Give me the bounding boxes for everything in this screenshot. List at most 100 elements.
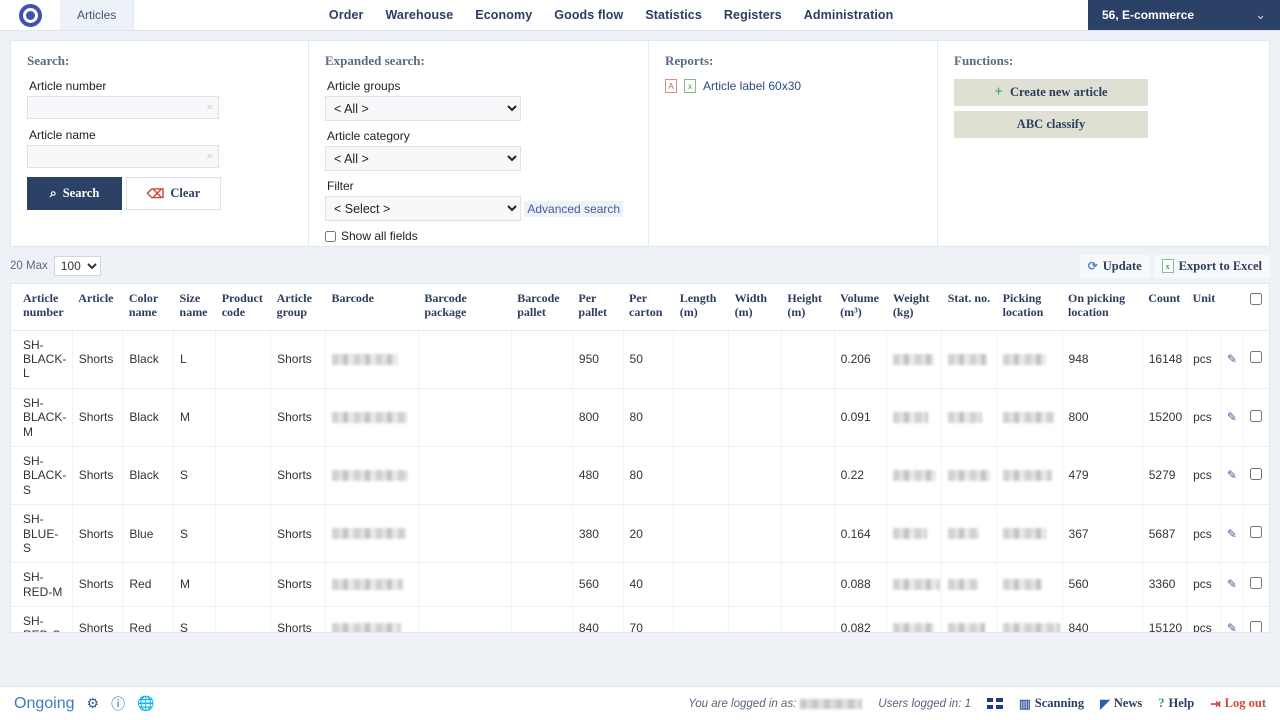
nav-item-warehouse[interactable]: Warehouse — [385, 8, 453, 22]
globe-icon[interactable]: 🌐 — [137, 695, 154, 712]
col-barcode-pallet[interactable]: Barcode pallet — [511, 284, 572, 330]
col-per-carton[interactable]: Per carton — [623, 284, 674, 330]
col-width[interactable]: Width (m) — [729, 284, 782, 330]
col-size-name[interactable]: Size name — [174, 284, 216, 330]
row-select-checkbox[interactable] — [1250, 351, 1262, 363]
table-row[interactable]: SH-RED-MShortsRedMShorts560400.088560336… — [11, 563, 1269, 607]
cell-select[interactable] — [1244, 563, 1269, 607]
edit-pencil-icon[interactable]: ✎ — [1227, 468, 1237, 482]
edit-pencil-icon[interactable]: ✎ — [1227, 621, 1237, 633]
cell-select[interactable] — [1244, 330, 1269, 388]
cell-count: 15200 — [1142, 388, 1186, 446]
uk-flag-icon[interactable] — [987, 698, 1003, 709]
col-picking-location[interactable]: Picking location — [997, 284, 1062, 330]
nav-item-economy[interactable]: Economy — [475, 8, 532, 22]
nav-item-order[interactable]: Order — [329, 8, 364, 22]
show-all-fields-row[interactable]: Show all fields — [325, 229, 632, 243]
cell-size-name: M — [174, 563, 216, 607]
cell-select[interactable] — [1244, 388, 1269, 446]
row-select-checkbox[interactable] — [1250, 526, 1262, 538]
logout-link[interactable]: ⇥ Log out — [1210, 696, 1266, 712]
table-row[interactable]: SH-BLACK-MShortsBlackMShorts800800.09180… — [11, 388, 1269, 446]
cell-edit[interactable]: ✎ — [1220, 330, 1243, 388]
col-weight[interactable]: Weight (kg) — [887, 284, 942, 330]
gear-icon[interactable]: ⚙ — [87, 695, 100, 712]
brand-label[interactable]: Ongoing — [14, 695, 75, 713]
col-length[interactable]: Length (m) — [674, 284, 729, 330]
articles-table-container[interactable]: Article number Article Color name Size n… — [10, 283, 1270, 633]
cell-edit[interactable]: ✎ — [1220, 563, 1243, 607]
update-button[interactable]: ⟳ Update — [1080, 255, 1150, 278]
cell-edit[interactable]: ✎ — [1220, 388, 1243, 446]
filter-select[interactable]: < Select > — [325, 196, 521, 221]
abc-classify-button[interactable]: ABC classify — [954, 111, 1148, 138]
row-select-checkbox[interactable] — [1250, 410, 1262, 422]
cell-article-group: Shorts — [271, 330, 326, 388]
col-volume[interactable]: Volume (m³) — [834, 284, 887, 330]
clear-button[interactable]: ⌫ Clear — [126, 177, 221, 210]
cell-select[interactable] — [1244, 607, 1269, 633]
report-link-article-label[interactable]: Article label 60x30 — [703, 79, 801, 93]
col-count[interactable]: Count — [1142, 284, 1186, 330]
help-link[interactable]: ? Help — [1158, 696, 1194, 711]
table-row[interactable]: SH-BLUE-SShortsBlueSShorts380200.1643675… — [11, 505, 1269, 563]
pdf-icon[interactable]: A — [665, 79, 677, 93]
excel-icon[interactable]: x — [684, 79, 696, 93]
page-size-select[interactable]: 100 — [54, 256, 101, 276]
advanced-search-link[interactable]: Advanced search — [524, 201, 623, 217]
col-per-pallet[interactable]: Per pallet — [572, 284, 623, 330]
search-button[interactable]: ⌕ Search — [27, 177, 122, 210]
edit-pencil-icon[interactable]: ✎ — [1227, 410, 1237, 424]
col-article[interactable]: Article — [72, 284, 123, 330]
edit-pencil-icon[interactable]: ✎ — [1227, 577, 1237, 591]
export-to-excel-button[interactable]: x Export to Excel — [1154, 255, 1270, 278]
article-category-select[interactable]: < All > — [325, 146, 521, 171]
cell-edit[interactable]: ✎ — [1220, 446, 1243, 504]
tab-articles[interactable]: Articles — [60, 0, 134, 30]
table-row[interactable]: SH-BLACK-LShortsBlackLShorts950500.20694… — [11, 330, 1269, 388]
create-new-article-button[interactable]: + Create new article — [954, 79, 1148, 106]
table-row[interactable]: SH-BLACK-SShortsBlackSShorts480800.22479… — [11, 446, 1269, 504]
col-article-group[interactable]: Article group — [271, 284, 326, 330]
table-row[interactable]: SH-RED-SShortsRedSShorts840700.082840151… — [11, 607, 1269, 633]
col-stat-no[interactable]: Stat. no. — [942, 284, 997, 330]
scanning-link[interactable]: ▥ Scanning — [1019, 696, 1084, 712]
col-product-code[interactable]: Product code — [216, 284, 271, 330]
row-select-checkbox[interactable] — [1250, 577, 1262, 589]
nav-item-registers[interactable]: Registers — [724, 8, 782, 22]
col-color-name[interactable]: Color name — [123, 284, 174, 330]
article-number-input[interactable] — [28, 97, 218, 118]
row-select-checkbox[interactable] — [1250, 468, 1262, 480]
nav-item-goods-flow[interactable]: Goods flow — [554, 8, 623, 22]
company-selector[interactable]: 56, E-commerce ⌄ — [1088, 0, 1280, 30]
nav-item-statistics[interactable]: Statistics — [645, 8, 702, 22]
edit-pencil-icon[interactable]: ✎ — [1227, 352, 1237, 366]
cell-product-code — [216, 563, 271, 607]
news-link[interactable]: ◤ News — [1100, 696, 1142, 712]
select-all-checkbox[interactable] — [1250, 293, 1262, 305]
cell-edit[interactable]: ✎ — [1220, 607, 1243, 633]
cell-unit: pcs — [1187, 446, 1221, 504]
search-buttons: ⌕ Search ⌫ Clear — [27, 177, 292, 210]
help-label: Help — [1168, 696, 1194, 711]
logo-container[interactable] — [0, 0, 60, 30]
article-name-field-wrap[interactable]: ⌕ — [27, 145, 219, 168]
article-groups-select[interactable]: < All > — [325, 96, 521, 121]
col-barcode-package[interactable]: Barcode package — [418, 284, 511, 330]
article-name-input[interactable] — [28, 146, 218, 167]
filter-label: Filter — [327, 179, 632, 193]
article-number-field-wrap[interactable]: ⌕ — [27, 96, 219, 119]
col-on-picking-location[interactable]: On picking location — [1062, 284, 1142, 330]
show-all-fields-checkbox[interactable] — [325, 231, 336, 242]
col-article-number[interactable]: Article number — [11, 284, 72, 330]
info-icon[interactable]: ⓘ — [111, 694, 125, 714]
cell-select[interactable] — [1244, 446, 1269, 504]
row-select-checkbox[interactable] — [1250, 621, 1262, 633]
nav-item-administration[interactable]: Administration — [804, 8, 894, 22]
col-height[interactable]: Height (m) — [781, 284, 834, 330]
cell-edit[interactable]: ✎ — [1220, 505, 1243, 563]
edit-pencil-icon[interactable]: ✎ — [1227, 527, 1237, 541]
cell-select[interactable] — [1244, 505, 1269, 563]
col-unit[interactable]: Unit — [1187, 284, 1221, 330]
col-barcode[interactable]: Barcode — [325, 284, 418, 330]
